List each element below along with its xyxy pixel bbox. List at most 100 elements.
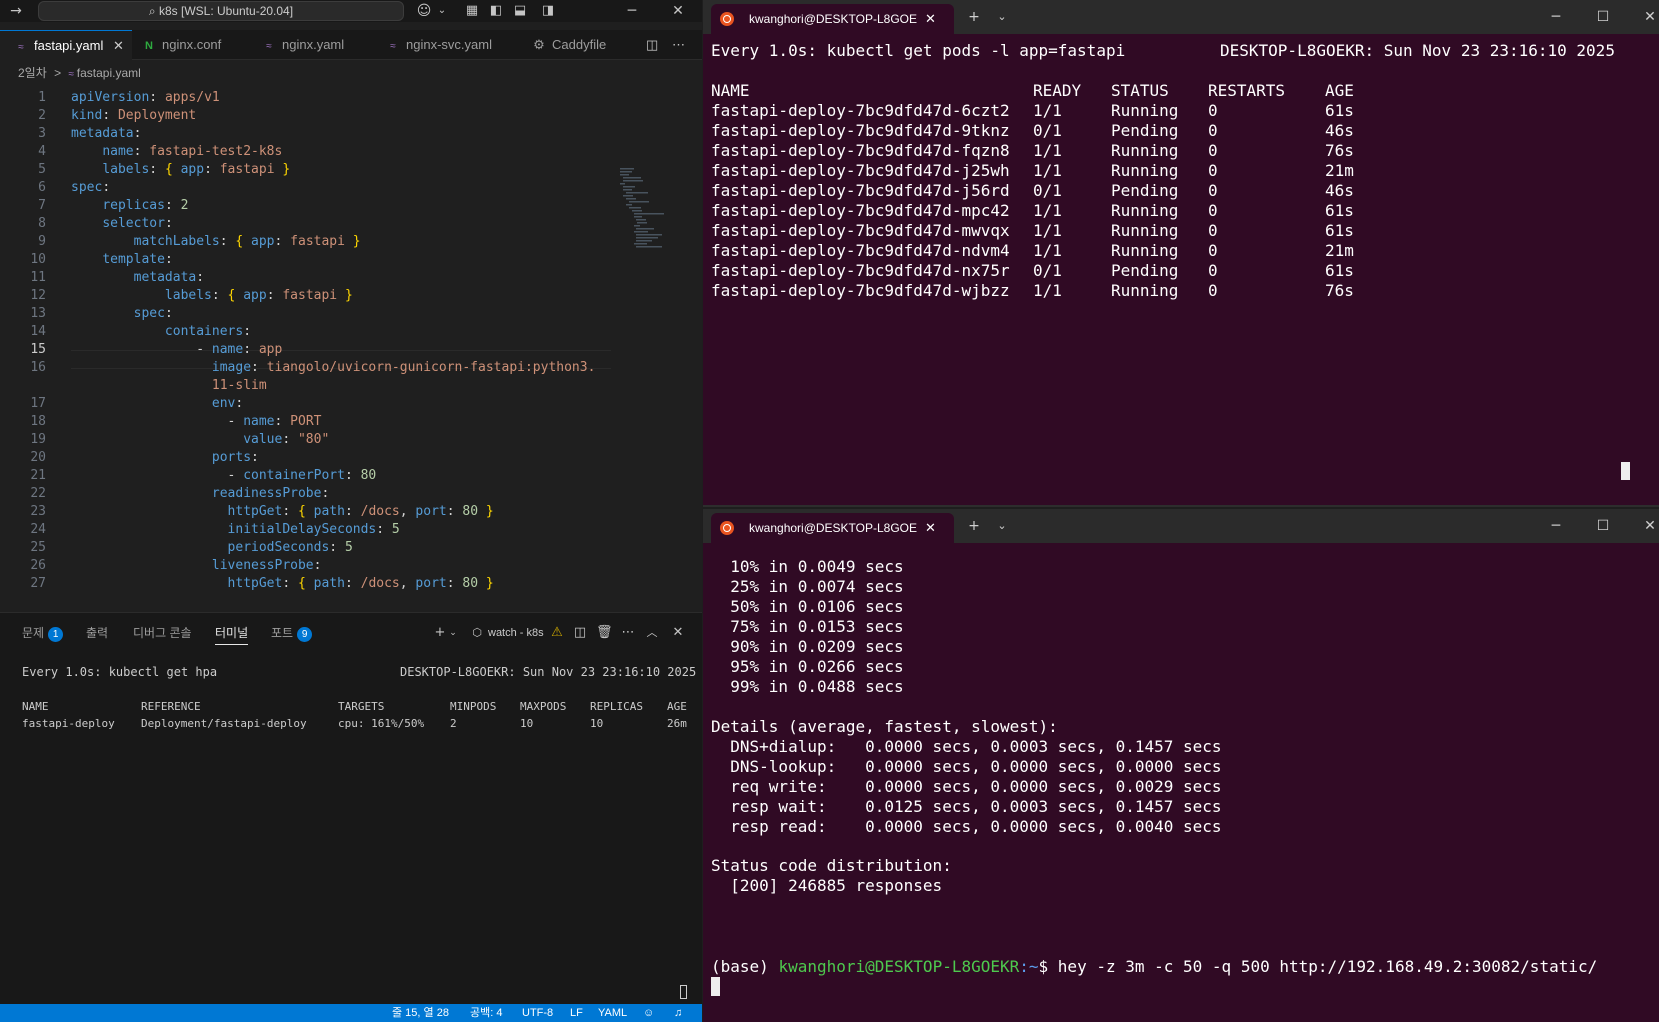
bell-icon[interactable]: ♫ bbox=[674, 1004, 682, 1022]
close-window-icon[interactable]: ✕ bbox=[1635, 509, 1659, 543]
code-line[interactable]: ports: bbox=[71, 448, 259, 467]
terminal-tab[interactable]: kwanghori@DESKTOP-L8GOE ✕ bbox=[711, 513, 954, 543]
code-line[interactable]: 11-slim bbox=[71, 376, 267, 395]
breadcrumb-file[interactable]: fastapi.yaml bbox=[77, 66, 141, 80]
back-arrow-icon[interactable]: → bbox=[6, 0, 26, 22]
status-language[interactable]: YAML bbox=[598, 1004, 627, 1022]
plus-icon[interactable]: + bbox=[432, 623, 448, 643]
toggle-secondary-sidebar-icon[interactable]: ◨ bbox=[538, 0, 558, 22]
code-line[interactable]: metadata: bbox=[71, 124, 141, 143]
status-cursor-position[interactable]: 줄 15, 열 28 bbox=[392, 1004, 449, 1022]
code-editor[interactable]: 1 apiVersion: apps/v1 2 kind: Deployment 3 me… bbox=[0, 84, 702, 612]
panel-tab-debug-console[interactable]: 디버그 콘솔 bbox=[133, 621, 192, 645]
terminal-window-bottom: kwanghori@DESKTOP-L8GOE ✕ + ⌄ ─ ☐ ✕ 10% … bbox=[703, 509, 1659, 1022]
close-panel-icon[interactable]: ✕ bbox=[670, 623, 686, 643]
code-line[interactable]: periodSeconds: 5 bbox=[71, 538, 353, 557]
code-line[interactable]: readinessProbe: bbox=[71, 484, 329, 503]
toggle-panel-icon[interactable]: ⬓ bbox=[510, 0, 530, 22]
code-line[interactable]: name: fastapi-test2-k8s bbox=[71, 142, 282, 161]
status-eol[interactable]: LF bbox=[570, 1004, 583, 1022]
code-line[interactable]: matchLabels: { app: fastapi } bbox=[71, 232, 361, 251]
code-line[interactable]: kind: Deployment bbox=[71, 106, 196, 125]
plus-icon[interactable]: + bbox=[959, 509, 989, 543]
code-line[interactable]: template: bbox=[71, 250, 172, 269]
minimap[interactable] bbox=[618, 166, 668, 256]
pods-cell: fastapi-deploy-7bc9dfd47d-j56rd bbox=[711, 181, 1010, 200]
toggle-sidebar-icon[interactable]: ◧ bbox=[486, 0, 506, 22]
tab-nginx-yaml[interactable]: ≈ nginx.yaml bbox=[262, 30, 362, 60]
copilot-icon[interactable]: ☺ bbox=[414, 0, 434, 22]
minimize-icon[interactable]: ─ bbox=[1541, 0, 1571, 34]
tab-nginx-svc-yaml[interactable]: ≈ nginx-svc.yaml bbox=[386, 30, 506, 60]
more-icon[interactable]: ⋯ bbox=[672, 30, 685, 60]
code-line[interactable]: value: "80" bbox=[71, 430, 329, 449]
status-encoding[interactable]: UTF-8 bbox=[522, 1004, 553, 1022]
pods-cell: 21m bbox=[1325, 161, 1354, 180]
code-line[interactable]: livenessProbe: bbox=[71, 556, 322, 575]
code-line[interactable]: labels: { app: fastapi } bbox=[71, 160, 290, 179]
command-center[interactable]: ⌕ k8s [WSL: Ubuntu-20.04] bbox=[38, 1, 404, 21]
maximize-panel-icon[interactable]: ︿ bbox=[644, 623, 660, 643]
chevron-down-icon[interactable]: ⌄ bbox=[432, 0, 452, 22]
code-line[interactable]: selector: bbox=[71, 214, 172, 233]
code-line[interactable]: env: bbox=[71, 394, 243, 413]
close-icon[interactable]: ✕ bbox=[925, 513, 936, 543]
terminal-tab[interactable]: kwanghori@DESKTOP-L8GOE ✕ bbox=[711, 4, 954, 34]
status-indentation[interactable]: 공백: 4 bbox=[470, 1004, 502, 1022]
code-line[interactable]: replicas: 2 bbox=[71, 196, 188, 215]
hpa-header-age: AGE bbox=[667, 700, 687, 713]
split-editor-icon[interactable]: ◫ bbox=[646, 30, 658, 60]
tab-fastapi-yaml[interactable]: ≈ fastapi.yaml ✕ bbox=[0, 30, 132, 60]
panel-tab-output[interactable]: 출력 bbox=[86, 621, 108, 645]
split-terminal-icon[interactable]: ◫ bbox=[572, 623, 588, 643]
code-token: livenessProbe bbox=[211, 558, 314, 573]
code-line[interactable]: - containerPort: 80 bbox=[71, 466, 377, 485]
terminal-cursor bbox=[1621, 462, 1630, 480]
code-line[interactable]: httpGet: { path: /docs, port: 80 } bbox=[71, 502, 494, 521]
close-icon[interactable]: ✕ bbox=[113, 38, 124, 53]
terminal-name[interactable]: watch - k8s bbox=[488, 623, 544, 643]
code-token: apiVersion bbox=[71, 90, 150, 105]
code-token: - bbox=[227, 468, 244, 483]
more-icon[interactable]: ⋯ bbox=[620, 623, 636, 643]
close-icon[interactable]: ✕ bbox=[925, 4, 936, 34]
copilot-icon[interactable]: ☺ bbox=[643, 1004, 654, 1022]
panel-tab-ports[interactable]: 포트 9 bbox=[271, 621, 313, 645]
maximize-icon[interactable]: ☐ bbox=[1588, 0, 1618, 34]
code-token: : bbox=[149, 90, 165, 105]
maximize-icon[interactable]: ☐ bbox=[1588, 509, 1618, 543]
close-window-icon[interactable]: ✕ bbox=[1635, 0, 1659, 34]
trash-icon[interactable]: 🗑 bbox=[596, 623, 613, 643]
close-window-icon[interactable]: ✕ bbox=[668, 0, 688, 22]
panel-tab-problems[interactable]: 문제 1 bbox=[22, 621, 64, 645]
tab-caddyfile[interactable]: ⚙ Caddyfile bbox=[532, 30, 622, 60]
minimize-icon[interactable]: ─ bbox=[622, 0, 642, 22]
code-token: /docs bbox=[360, 576, 400, 591]
code-token: labels bbox=[164, 288, 212, 303]
panel-tab-terminal[interactable]: 터미널 bbox=[215, 621, 249, 645]
chevron-down-icon[interactable]: ⌄ bbox=[448, 623, 458, 643]
code-line[interactable]: initialDelaySeconds: 5 bbox=[71, 520, 400, 539]
minimize-icon[interactable]: ─ bbox=[1541, 509, 1571, 543]
chevron-down-icon[interactable]: ⌄ bbox=[987, 509, 1017, 543]
code-line[interactable]: - name: PORT bbox=[71, 412, 322, 431]
breadcrumb-folder[interactable]: 2일차 bbox=[18, 66, 47, 80]
chevron-down-icon[interactable]: ⌄ bbox=[987, 0, 1017, 34]
code-line[interactable]: metadata: bbox=[71, 268, 204, 287]
plus-icon[interactable]: + bbox=[959, 0, 989, 34]
code-line[interactable]: labels: { app: fastapi } bbox=[71, 286, 353, 305]
code-line[interactable]: - name: app bbox=[71, 340, 282, 359]
status-distribution-title: Status code distribution: bbox=[711, 856, 952, 875]
tab-nginx-conf[interactable]: Nnginx.conf bbox=[142, 30, 242, 60]
code-line[interactable]: containers: bbox=[71, 322, 251, 341]
ubuntu-icon bbox=[720, 521, 734, 535]
code-line[interactable]: spec: bbox=[71, 178, 110, 197]
code-line[interactable]: image: tiangolo/uvicorn-gunicorn-fastapi… bbox=[71, 358, 596, 377]
hpa-cell-age: 26m bbox=[667, 717, 687, 730]
code-line[interactable]: httpGet: { path: /docs, port: 80 } bbox=[71, 574, 494, 593]
code-line[interactable]: apiVersion: apps/v1 bbox=[71, 88, 220, 107]
customize-layout-icon[interactable]: ▦ bbox=[462, 0, 482, 22]
code-line[interactable]: spec: bbox=[71, 304, 173, 323]
